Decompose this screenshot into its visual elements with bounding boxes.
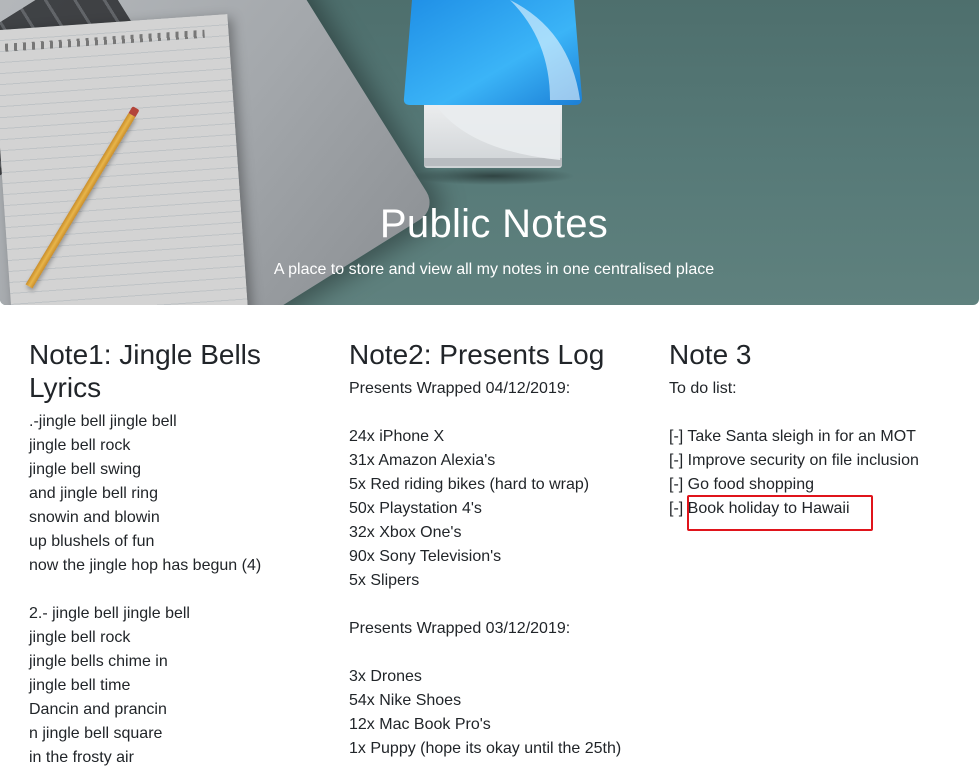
note-body: Presents Wrapped 04/12/2019: 24x iPhone … <box>349 380 622 757</box>
note-title: Note 3 <box>669 339 752 370</box>
note-card-3: Note 3 To do list: [-] Take Santa sleigh… <box>669 338 959 521</box>
note-title: Note2: Presents Log <box>349 339 605 370</box>
page-title: Public Notes <box>379 202 609 246</box>
hero-banner: Public Notes A place to store and view a… <box>0 0 979 305</box>
note-card-1: Note1: Jingle Bells Lyrics .-jingle bell… <box>29 338 319 770</box>
notes-app-icon <box>403 0 582 185</box>
note-card-2: Note2: Presents Log Presents Wrapped 04/… <box>349 338 639 761</box>
page-tagline: A place to store and view all my notes i… <box>273 261 715 278</box>
notepad-rings <box>4 29 205 52</box>
highlight-annotation <box>687 495 873 531</box>
note-body: .-jingle bell jingle bell jingle bell ro… <box>29 413 262 766</box>
note-title: Note1: Jingle Bells Lyrics <box>29 339 261 403</box>
